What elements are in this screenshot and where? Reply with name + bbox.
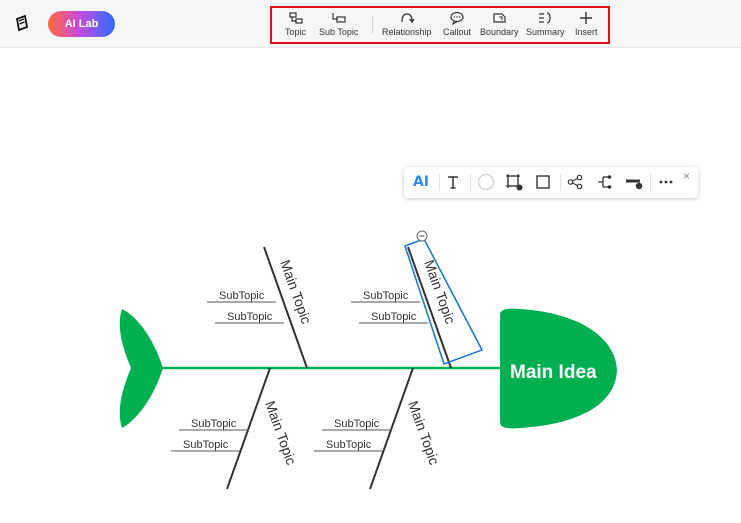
subtopic-item[interactable]: SubTopic	[171, 439, 240, 452]
boundary-button[interactable]: Boundary	[480, 10, 519, 44]
subtopic-item[interactable]: SubTopic	[215, 311, 284, 324]
subtopic-label: SubTopic	[371, 311, 417, 323]
subtopic-item[interactable]: SubTopic	[322, 418, 391, 431]
app-logo-icon[interactable]	[14, 14, 30, 32]
fishbone-diagram: Main Idea Main Topic SubTopic SubTopic M…	[119, 230, 617, 490]
relationship-icon	[401, 13, 415, 24]
subtopic-item[interactable]: SubTopic	[207, 290, 276, 303]
close-icon[interactable]: ×	[683, 169, 690, 183]
rectangle-shape-icon[interactable]	[532, 171, 554, 193]
subtopic-item[interactable]: SubTopic	[314, 439, 383, 452]
summary-button[interactable]: Summary	[526, 10, 565, 44]
subtopic-label: SubTopic	[227, 311, 273, 323]
mind-map-canvas[interactable]: Main Idea Main Topic SubTopic SubTopic M…	[0, 48, 741, 523]
main-topic-label: Main Topic	[277, 258, 314, 326]
main-topic-branch-selected[interactable]: Main Topic	[403, 238, 484, 369]
topic-label: Topic	[285, 27, 307, 37]
main-topic-label: Main Topic	[405, 399, 442, 467]
subtopic-label: SubTopic	[191, 418, 237, 430]
main-idea-text: Main Idea	[510, 362, 597, 383]
topic-button[interactable]: Topic	[285, 10, 306, 44]
relationship-button[interactable]: Relationship	[382, 10, 432, 44]
fill-circle-icon[interactable]	[475, 171, 497, 193]
main-topic-branch[interactable]: Main Topic	[226, 367, 300, 490]
callout-button[interactable]: Callout	[443, 10, 471, 44]
plus-icon	[580, 12, 593, 24]
collapse-button[interactable]	[416, 230, 428, 242]
subtopic-item[interactable]: SubTopic	[359, 311, 428, 324]
toolbar-separator	[439, 174, 440, 191]
toolbar-separator	[560, 174, 561, 191]
top-toolbar: AI Lab Topic Sub Topic Relationship Call…	[0, 0, 741, 48]
summary-label: Summary	[526, 27, 565, 37]
main-topic-label: Main Topic	[262, 399, 299, 467]
main-topic-label: Main Topic	[421, 258, 458, 326]
boundary-label: Boundary	[480, 27, 519, 37]
insert-button[interactable]: Insert	[575, 10, 598, 44]
main-topic-branch[interactable]: Main Topic	[263, 246, 315, 369]
boundary-icon	[493, 13, 506, 23]
subtopic-label: SubTopic	[183, 439, 229, 451]
toolbar-separator	[372, 16, 373, 34]
text-icon[interactable]	[442, 171, 464, 193]
topic-icon	[288, 12, 303, 24]
summary-icon	[539, 12, 551, 24]
fish-tail	[119, 309, 163, 428]
sub-topic-label: Sub Topic	[319, 27, 359, 37]
shape-border-icon[interactable]	[503, 171, 525, 193]
subtopic-label: SubTopic	[363, 290, 409, 302]
subtopic-label: SubTopic	[219, 290, 265, 302]
floating-format-toolbar: AI ×	[404, 167, 698, 198]
main-topic-branch[interactable]: Main Topic	[369, 367, 443, 490]
subtopic-label: SubTopic	[326, 439, 372, 451]
line-style-icon[interactable]	[623, 171, 645, 193]
subtopic-item[interactable]: SubTopic	[351, 290, 420, 303]
subtopic-item[interactable]: SubTopic	[179, 418, 248, 431]
callout-label: Callout	[443, 27, 472, 37]
ai-icon[interactable]: AI	[410, 171, 432, 193]
toolbar-separator	[470, 174, 471, 191]
insert-label: Insert	[575, 27, 598, 37]
branch-icon[interactable]	[594, 171, 616, 193]
sub-topic-button[interactable]: Sub Topic	[319, 10, 358, 44]
subtopic-label: SubTopic	[334, 418, 380, 430]
toolbar-separator	[650, 174, 651, 191]
callout-icon	[450, 11, 464, 25]
insert-toolbar: Topic Sub Topic Relationship Callout Bou…	[270, 6, 610, 44]
ai-lab-button[interactable]: AI Lab	[48, 11, 115, 37]
more-icon[interactable]	[655, 171, 677, 193]
sub-topic-icon	[332, 13, 346, 23]
connect-icon[interactable]	[564, 171, 586, 193]
relationship-label: Relationship	[382, 27, 432, 37]
